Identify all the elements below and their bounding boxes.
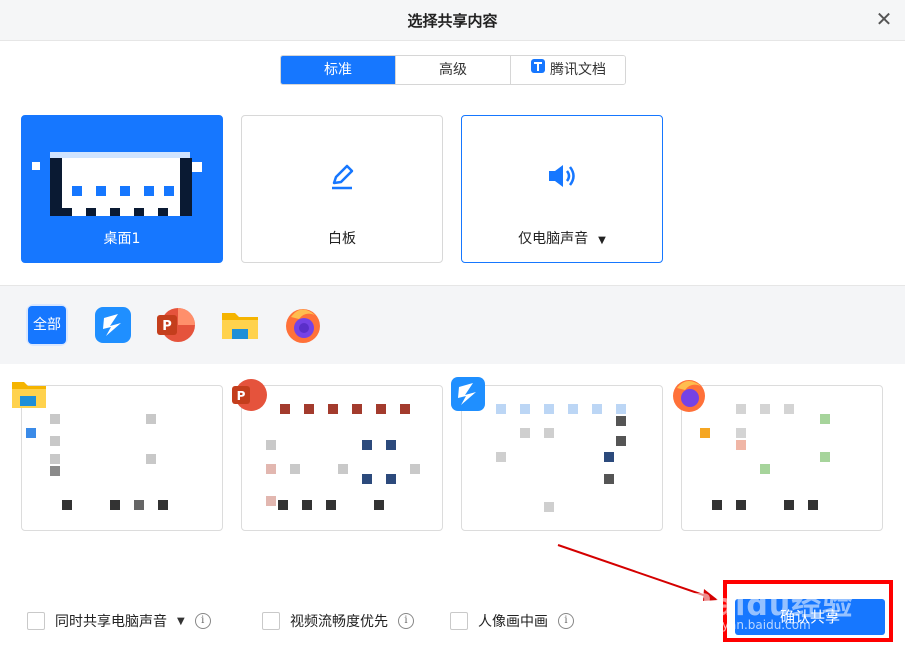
annotation-arrow (557, 544, 718, 601)
